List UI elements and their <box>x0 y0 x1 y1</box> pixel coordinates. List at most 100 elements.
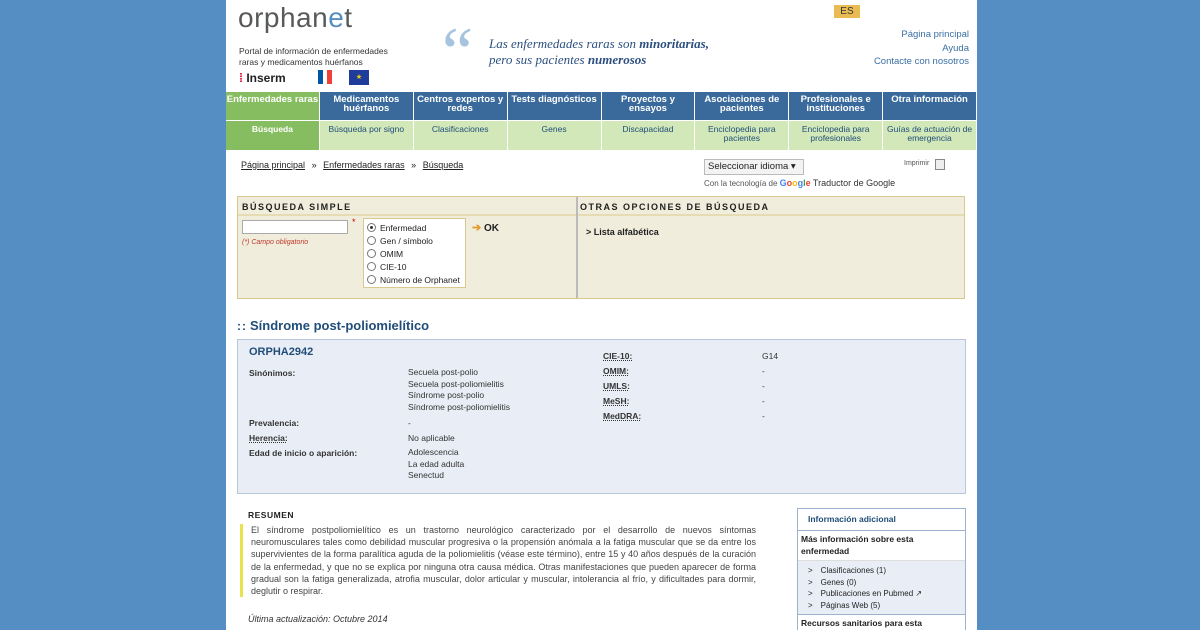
eu-flag-icon[interactable]: ★ <box>349 70 369 85</box>
language-fr[interactable]: FR <box>775 5 800 18</box>
code-label[interactable]: CIE-10: <box>603 351 632 361</box>
onset-list: Adolescencia La edad adulta Senectud <box>408 447 465 480</box>
nav-secondary-item-4[interactable]: Discapacidad <box>601 121 696 150</box>
nav-primary-item-5[interactable]: Asociaciones de pacientes <box>695 92 790 120</box>
code-value: - <box>762 366 765 376</box>
radio-button[interactable] <box>367 236 376 245</box>
breadcrumb-rare-diseases[interactable]: Enfermedades raras <box>323 160 405 170</box>
summary-title: RESUMEN <box>248 510 295 520</box>
language-en[interactable]: EN <box>804 5 830 18</box>
language-pt[interactable]: PT <box>918 5 943 18</box>
code-value: - <box>762 396 765 406</box>
french-flag-icon[interactable] <box>318 70 333 84</box>
nav-primary-item-7[interactable]: Otra información <box>883 92 977 120</box>
print-label[interactable]: Imprimir <box>904 160 929 167</box>
nav-primary-item-1[interactable]: Medicamentos huérfanos <box>319 92 414 120</box>
summary-text: El síndrome postpoliomielítico es un tra… <box>240 524 756 598</box>
language-nl[interactable]: NL <box>947 5 972 18</box>
orphanet-logo[interactable]: orphanet <box>238 2 353 34</box>
ok-button[interactable]: ➔ OK <box>472 221 499 234</box>
prevalence-label: Prevalencia: <box>249 418 300 428</box>
search-option[interactable]: Número de Orphanet <box>367 273 462 286</box>
more-info-list: Clasificaciones (1) Genes (0) Publicacio… <box>798 561 965 614</box>
search-option-label: CIE-10 <box>380 261 407 272</box>
code-value: G14 <box>762 351 779 361</box>
search-header-divider <box>238 214 964 216</box>
language-select[interactable]: Seleccionar idioma ▾ <box>704 159 804 175</box>
sidebar-item-genes[interactable]: Genes (0) <box>808 577 965 589</box>
radio-button[interactable] <box>367 262 376 271</box>
nav-secondary-item-0[interactable]: Búsqueda <box>226 121 320 150</box>
search-input[interactable] <box>242 220 348 234</box>
help-link[interactable]: Ayuda <box>874 42 969 56</box>
slogan: Las enfermedades raras son minoritarias,… <box>489 36 709 67</box>
nav-primary-item-3[interactable]: Tests diagnósticos <box>507 92 602 120</box>
search-divider <box>576 197 578 298</box>
nav-secondary-item-6[interactable]: Enciclopedia para profesionales <box>789 121 884 150</box>
inserm-mark-icon: ⁞ <box>239 71 243 85</box>
secondary-nav: Búsqueda Búsqueda por signo Clasificacione… <box>226 121 977 150</box>
google-translate-credit: Con la tecnología de Google Traductor de… <box>704 178 896 188</box>
nav-secondary-item-5[interactable]: Enciclopedia para pacientes <box>695 121 790 150</box>
search-option[interactable]: OMIM <box>367 247 462 260</box>
nav-primary-item-6[interactable]: Profesionales e instituciones <box>789 92 884 120</box>
nav-secondary-item-7[interactable]: Guías de actuación de emergencia <box>883 121 977 150</box>
radio-button[interactable] <box>367 275 376 284</box>
code-value: - <box>762 381 765 391</box>
code-value: - <box>762 411 765 421</box>
search-option[interactable]: Enfermedad <box>367 221 462 234</box>
disease-info-panel: ORPHA2942 Sinónimos: Secuela post-polio … <box>237 339 966 494</box>
additional-info-box: Información adicional Más información so… <box>797 508 966 630</box>
search-option-label: Número de Orphanet <box>380 274 460 285</box>
radio-button[interactable] <box>367 249 376 258</box>
onset-label: Edad de inicio o aparición: <box>249 448 358 458</box>
nav-secondary-item-3[interactable]: Genes <box>507 121 602 150</box>
portal-description: Portal de información de enfermedades ra… <box>239 46 419 68</box>
breadcrumb: Página principal » Enfermedades raras » … <box>241 160 463 170</box>
sidebar-item-web-pages[interactable]: Páginas Web (5) <box>808 600 965 612</box>
search-option[interactable]: CIE-10 <box>367 260 462 273</box>
simple-search-title: BÚSQUEDA SIMPLE <box>242 202 352 212</box>
inheritance-label[interactable]: Herencia: <box>249 433 288 443</box>
languages-label: Idiomas: <box>723 6 766 17</box>
language-it[interactable]: IT <box>894 5 915 18</box>
language-de[interactable]: DE <box>864 5 890 18</box>
primary-nav: Enfermedades raras Medicamentos huérfanos… <box>226 92 977 120</box>
additional-info-header: Información adicional <box>798 509 965 531</box>
breadcrumb-separator: » <box>411 160 417 170</box>
code-label[interactable]: MeSH: <box>603 396 629 406</box>
breadcrumb-home[interactable]: Página principal <box>241 160 305 170</box>
inheritance-value: No aplicable <box>408 433 455 443</box>
nav-secondary-item-2[interactable]: Clasificaciones <box>413 121 508 150</box>
language-es[interactable]: ES <box>834 5 860 18</box>
alphabetical-list-link[interactable]: > Lista alfabética <box>586 227 659 237</box>
search-option-label: OMIM <box>380 248 404 259</box>
portal-line-2: raras y medicamentos huérfanos <box>239 57 363 67</box>
home-link[interactable]: Página principal <box>874 28 969 42</box>
code-label[interactable]: MedDRA: <box>603 411 641 421</box>
sidebar-item-pubmed[interactable]: Publicaciones en Pubmed ↗ <box>808 588 965 600</box>
nav-primary-item-4[interactable]: Proyectos y ensayos <box>601 92 696 120</box>
nav-secondary-item-1[interactable]: Búsqueda por signo <box>319 121 414 150</box>
nav-primary-item-2[interactable]: Centros expertos y redes <box>413 92 508 120</box>
page-container: orphanet Portal de información de enferm… <box>226 0 977 630</box>
other-search-title: OTRAS OPCIONES DE BÚSQUEDA <box>580 202 770 212</box>
disease-title: :: Síndrome post-poliomielítico <box>237 318 430 333</box>
required-star: * <box>352 217 356 227</box>
code-label[interactable]: UMLS: <box>603 381 630 391</box>
contact-link[interactable]: Contacte con nosotros <box>874 55 969 69</box>
search-option-label: Gen / símbolo <box>380 235 433 246</box>
breadcrumb-search[interactable]: Búsqueda <box>423 160 464 170</box>
breadcrumb-separator: » <box>311 160 317 170</box>
code-label[interactable]: OMIM: <box>603 366 629 376</box>
search-option[interactable]: Gen / símbolo <box>367 234 462 247</box>
last-updated: Última actualización: Octubre 2014 <box>248 614 388 624</box>
sidebar-item-classifications[interactable]: Clasificaciones (1) <box>808 565 965 577</box>
print-icon[interactable] <box>935 159 945 170</box>
search-option-label: Enfermedad <box>380 222 427 233</box>
health-resources-section-title: Recursos sanitarios para esta enfermedad <box>798 614 965 630</box>
inserm-logo[interactable]: ⁞ Inserm <box>239 71 286 85</box>
radio-button[interactable] <box>367 223 376 232</box>
nav-primary-item-0[interactable]: Enfermedades raras <box>226 92 320 120</box>
more-info-section-title: Más información sobre esta enfermedad <box>798 531 965 561</box>
